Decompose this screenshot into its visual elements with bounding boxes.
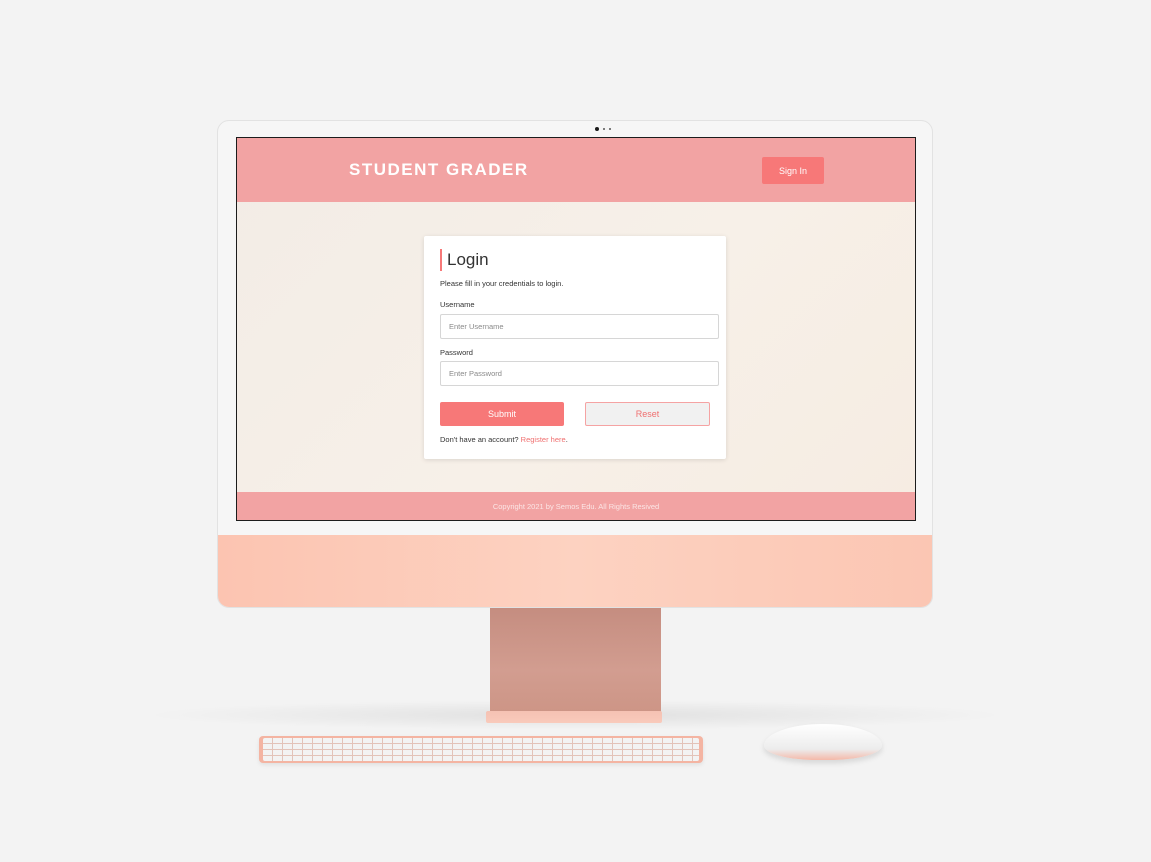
reset-button[interactable]: Reset	[585, 402, 710, 426]
password-label: Password	[440, 348, 473, 357]
mockup-stage: STUDENT GRADER Sign In Login Please fill…	[0, 0, 1151, 862]
mouse	[764, 724, 882, 760]
register-suffix: .	[565, 435, 568, 444]
sensor-icon	[609, 128, 611, 130]
username-input[interactable]	[440, 314, 719, 339]
login-card: Login Please fill in your credentials to…	[424, 236, 726, 459]
monitor-chin	[218, 535, 932, 607]
keyboard-keys	[263, 738, 699, 761]
brand-title: STUDENT GRADER	[349, 160, 529, 179]
copyright-text: Copyright 2021 by Semos Edu. All Rights …	[492, 501, 660, 511]
submit-button[interactable]: Submit	[440, 402, 564, 426]
app-window: STUDENT GRADER Sign In Login Please fill…	[237, 138, 915, 520]
register-link[interactable]: Register here	[521, 435, 566, 444]
login-subtitle: Please fill in your credentials to login…	[440, 279, 564, 288]
screen: STUDENT GRADER Sign In Login Please fill…	[236, 137, 916, 521]
camera-icon	[595, 127, 599, 131]
monitor: STUDENT GRADER Sign In Login Please fill…	[217, 120, 933, 608]
register-prompt-text: Don't have an account?	[440, 435, 519, 444]
keyboard	[259, 736, 703, 763]
username-label: Username	[440, 300, 475, 309]
password-input[interactable]	[440, 361, 719, 386]
app-footer: Copyright 2021 by Semos Edu. All Rights …	[237, 492, 915, 520]
sign-in-button[interactable]: Sign In	[762, 157, 824, 184]
register-prompt: Don't have an account? Register here.	[440, 435, 568, 444]
monitor-stand	[490, 608, 661, 712]
login-title: Login	[440, 249, 489, 271]
stand-base	[486, 711, 662, 723]
sensor-icon	[603, 128, 605, 130]
app-header: STUDENT GRADER Sign In	[237, 138, 915, 202]
